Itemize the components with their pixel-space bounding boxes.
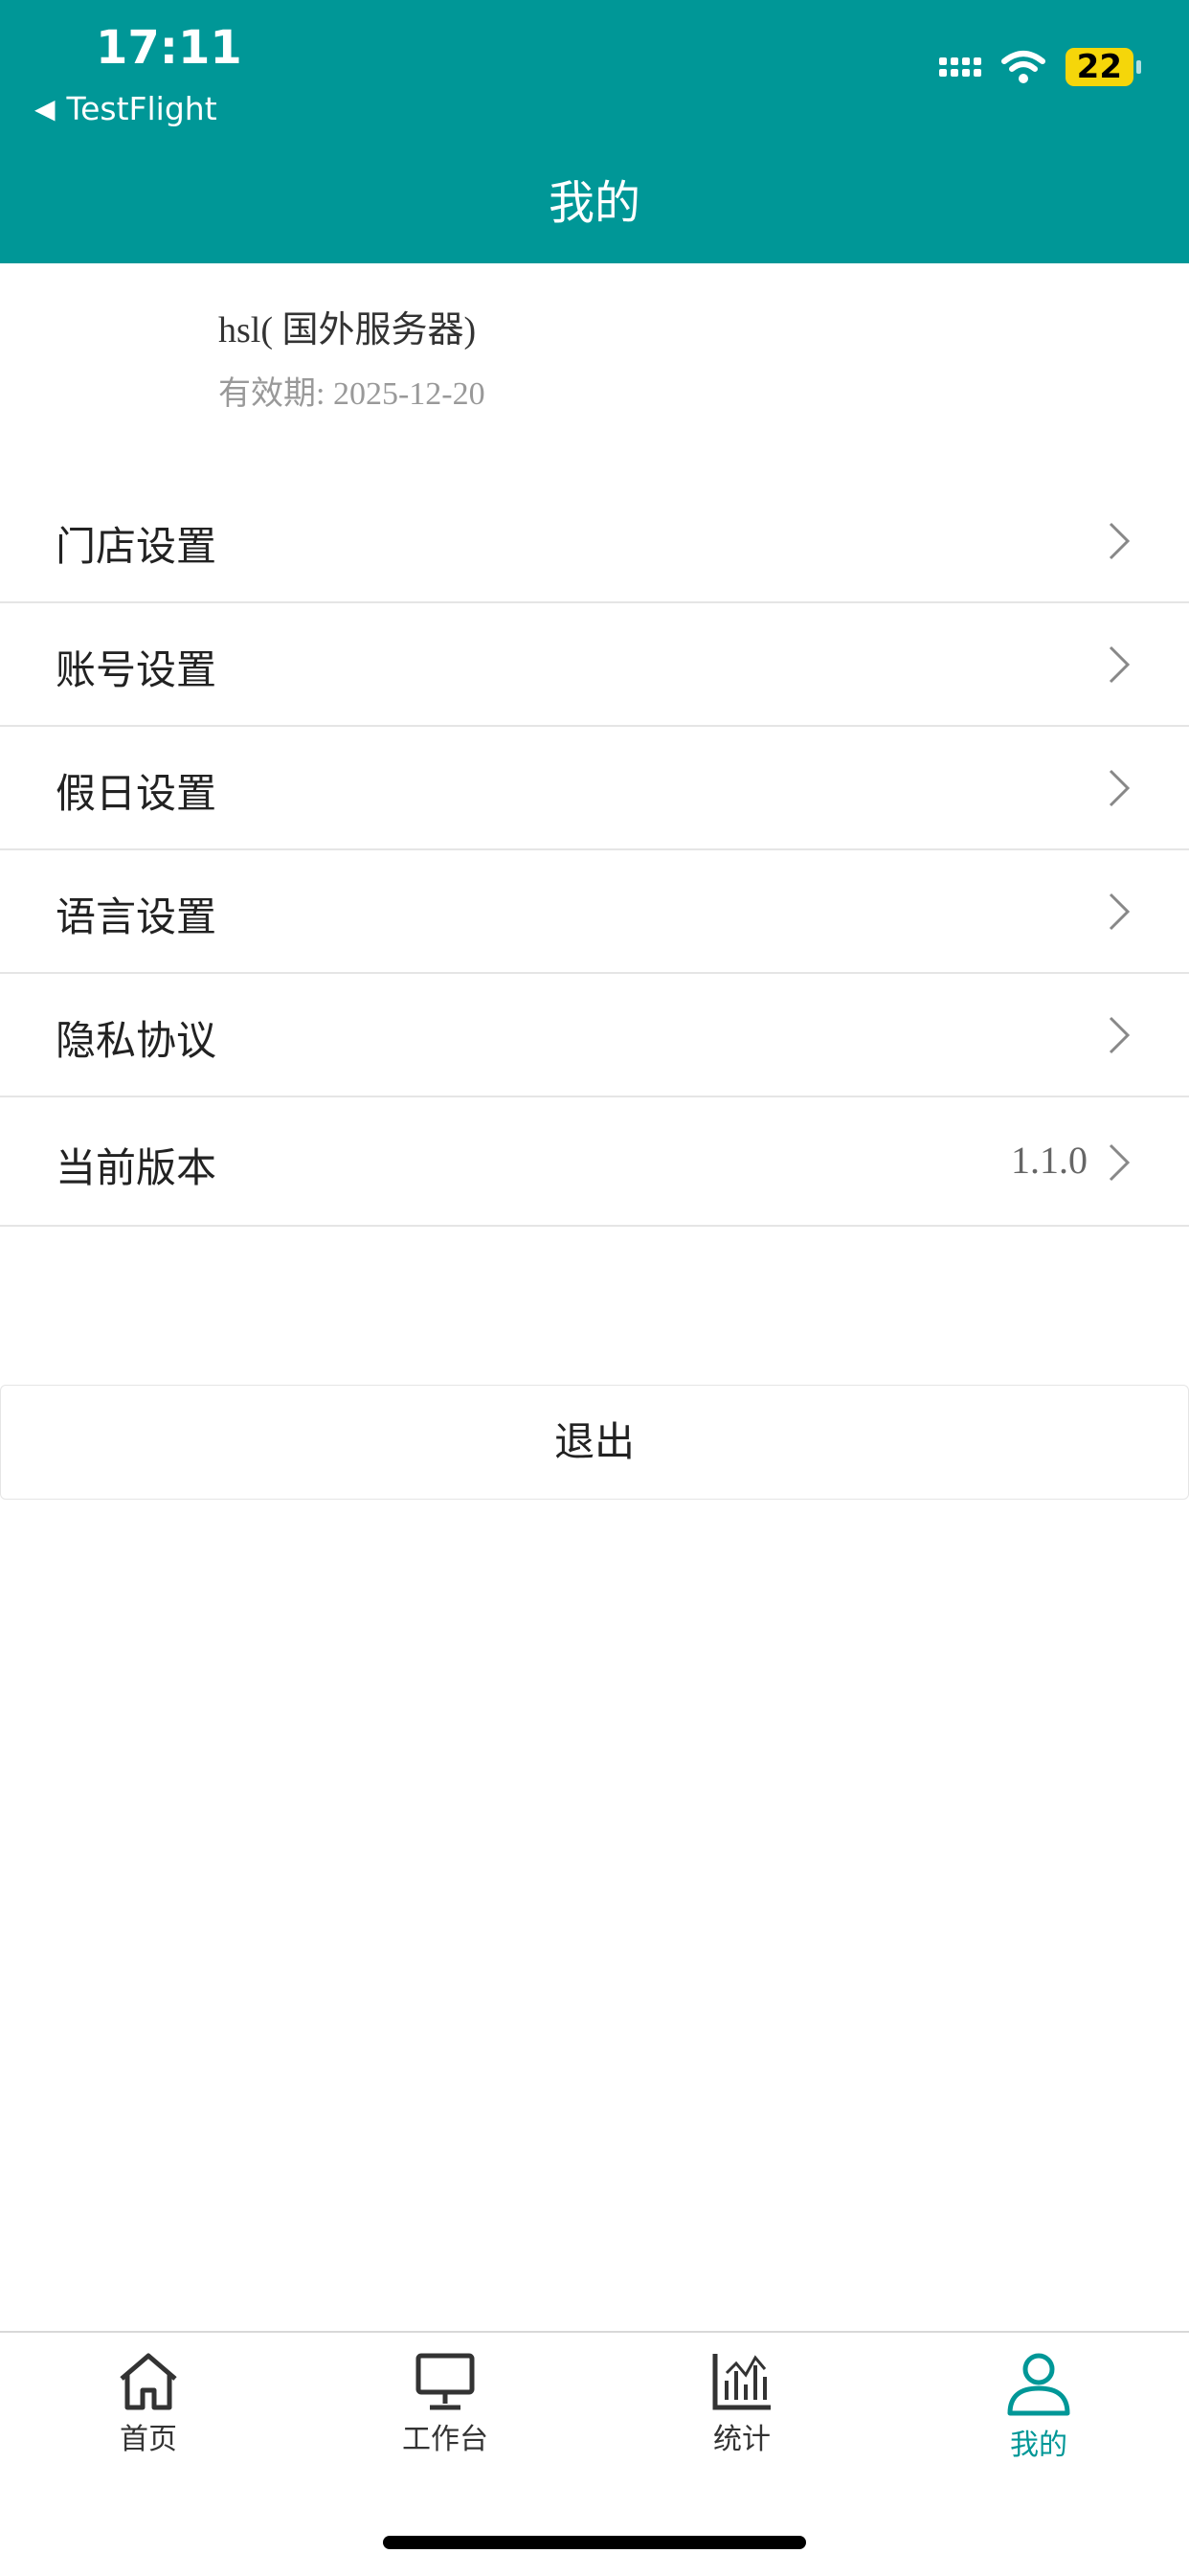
menu-item-current-version[interactable]: 当前版本 1.1.0 bbox=[0, 1097, 1189, 1227]
battery-level: 22 bbox=[1065, 48, 1133, 86]
home-icon bbox=[120, 2353, 177, 2410]
chevron-right-icon bbox=[1109, 893, 1131, 931]
tab-label: 工作台 bbox=[402, 2423, 488, 2456]
version-value: 1.1.0 bbox=[1011, 1139, 1088, 1182]
menu-item-label: 隐私协议 bbox=[56, 1017, 217, 1064]
chevron-right-icon bbox=[1109, 769, 1131, 807]
home-indicator[interactable] bbox=[383, 2536, 806, 2549]
menu-item-language-settings[interactable]: 语言设置 bbox=[0, 850, 1189, 974]
tab-label: 我的 bbox=[1010, 2429, 1067, 2462]
back-app-label: TestFlight bbox=[66, 90, 217, 127]
section-divider bbox=[0, 445, 1189, 482]
menu-item-label: 当前版本 bbox=[56, 1144, 217, 1191]
tab-label: 首页 bbox=[120, 2423, 177, 2456]
tab-home[interactable]: 首页 bbox=[53, 2352, 244, 2457]
back-arrow-icon: ◀ bbox=[34, 93, 56, 124]
battery-icon: 22 bbox=[1065, 48, 1141, 86]
menu-item-privacy-policy[interactable]: 隐私协议 bbox=[0, 974, 1189, 1097]
menu-item-store-settings[interactable]: 门店设置 bbox=[0, 480, 1189, 603]
top-header: 17:11 ◀ TestFlight 22 我的 bbox=[0, 0, 1189, 263]
chevron-right-icon bbox=[1109, 645, 1131, 684]
menu-item-account-settings[interactable]: 账号设置 bbox=[0, 603, 1189, 727]
menu-item-holiday-settings[interactable]: 假日设置 bbox=[0, 727, 1189, 850]
user-icon bbox=[1007, 2353, 1070, 2416]
menu-item-label: 语言设置 bbox=[56, 893, 217, 940]
monitor-icon bbox=[415, 2353, 475, 2410]
chart-icon bbox=[712, 2354, 771, 2410]
profile-expiry: 有效期: 2025-12-20 bbox=[218, 376, 485, 412]
logout-button[interactable]: 退出 bbox=[0, 1385, 1189, 1500]
page-title: 我的 bbox=[548, 176, 640, 230]
tab-workbench[interactable]: 工作台 bbox=[349, 2352, 541, 2457]
chevron-right-icon bbox=[1109, 1016, 1131, 1054]
menu-item-label: 门店设置 bbox=[56, 523, 217, 570]
wifi-icon bbox=[1000, 51, 1045, 83]
profile-name: hsl( 国外服务器) bbox=[218, 310, 477, 350]
settings-menu: 门店设置 账号设置 假日设置 语言设置 隐私协议 当前版本 1.1.0 bbox=[0, 480, 1189, 1227]
menu-item-label: 假日设置 bbox=[56, 770, 217, 817]
tab-mine[interactable]: 我的 bbox=[943, 2352, 1134, 2463]
profile-card[interactable]: hsl( 国外服务器) 有效期: 2025-12-20 bbox=[0, 263, 1189, 447]
menu-item-label: 账号设置 bbox=[56, 646, 217, 693]
status-time: 17:11 bbox=[96, 21, 242, 75]
back-to-testflight[interactable]: ◀ TestFlight bbox=[34, 90, 217, 127]
chevron-right-icon bbox=[1109, 1143, 1131, 1182]
cellular-signal-icon bbox=[938, 57, 981, 77]
tab-statistics[interactable]: 统计 bbox=[646, 2352, 838, 2457]
status-indicators: 22 bbox=[938, 48, 1141, 86]
tab-label: 统计 bbox=[713, 2423, 771, 2456]
chevron-right-icon bbox=[1109, 522, 1131, 560]
